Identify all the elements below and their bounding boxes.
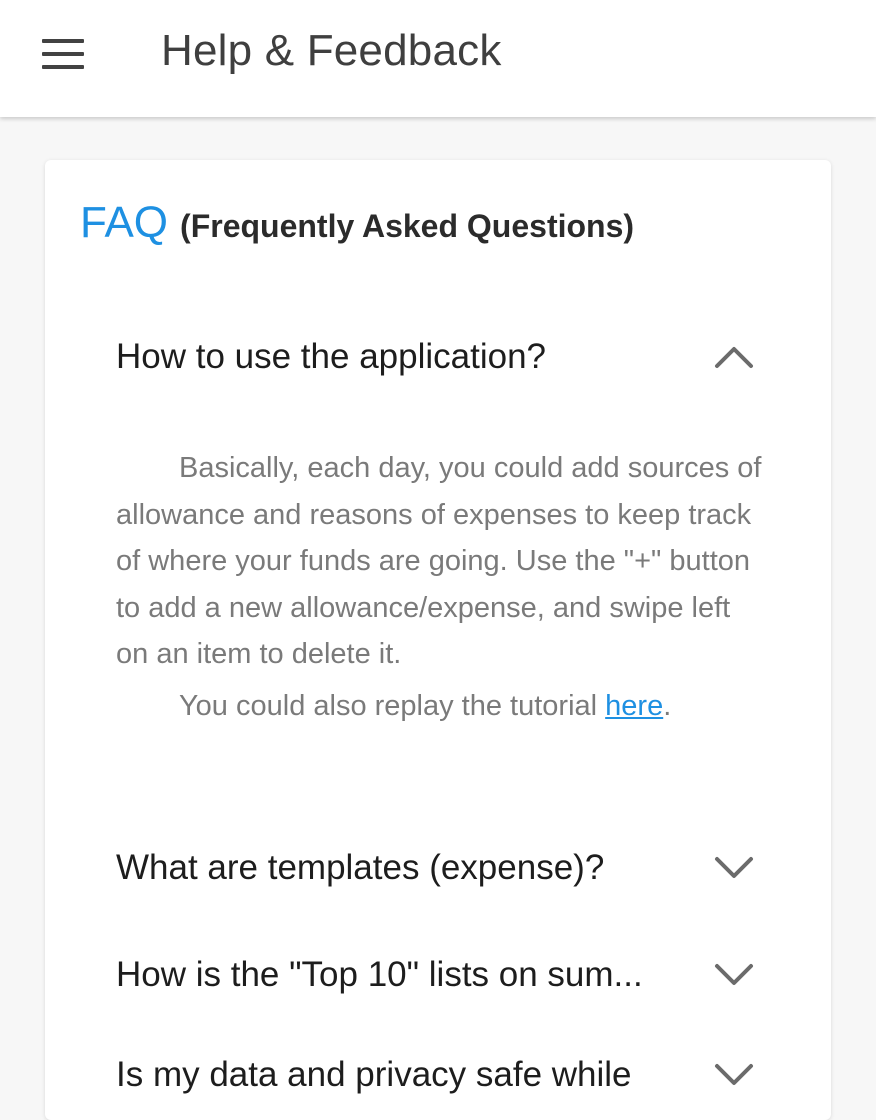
faq-question-text: How to use the application? (116, 337, 546, 376)
app-bar: Help & Feedback (0, 0, 876, 117)
tutorial-replay-link[interactable]: here (605, 690, 663, 722)
faq-header: FAQ (Frequently Asked Questions) (80, 198, 634, 248)
faq-question-text: Is my data and privacy safe while (116, 1055, 632, 1094)
faq-question-row[interactable]: What are templates (expense)? (45, 828, 831, 908)
faq-answer-text: . (663, 689, 672, 722)
faq-question-row[interactable]: Is my data and privacy safe while (45, 1035, 831, 1115)
faq-card: FAQ (Frequently Asked Questions) How to … (45, 160, 831, 1120)
chevron-down-icon (713, 854, 755, 882)
faq-title: FAQ (80, 198, 169, 247)
faq-answer-paragraph: You could also replay the tutorial here. (116, 683, 766, 730)
faq-subtitle: (Frequently Asked Questions) (180, 208, 635, 244)
chevron-down-icon (713, 961, 755, 989)
faq-question-text: How is the "Top 10" lists on sum... (116, 955, 643, 994)
faq-answer-paragraph: Basically, each day, you could add sourc… (116, 452, 762, 670)
faq-question-row[interactable]: How to use the application? (45, 317, 831, 397)
chevron-up-icon (713, 343, 755, 371)
faq-question-text: What are templates (expense)? (116, 848, 605, 887)
faq-question-row[interactable]: How is the "Top 10" lists on sum... (45, 935, 831, 1015)
hamburger-menu-icon (42, 39, 84, 69)
faq-answer: Basically, each day, you could add sourc… (116, 445, 766, 729)
page-title: Help & Feedback (161, 26, 502, 75)
menu-button[interactable] (32, 30, 94, 78)
faq-answer-text: You could also replay the tutorial (179, 689, 606, 722)
chevron-down-icon (713, 1061, 755, 1089)
